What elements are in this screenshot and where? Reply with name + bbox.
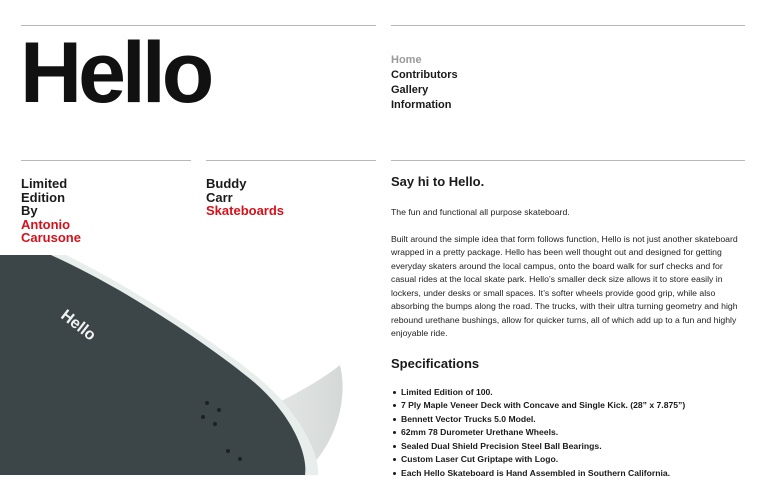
- spec-item: 62mm 78 Durometer Urethane Wheels.: [401, 426, 746, 440]
- spec-item: Sealed Dual Shield Precision Steel Ball …: [401, 440, 746, 454]
- spec-item: Each Hello Skateboard is Hand Assembled …: [401, 467, 746, 480]
- main-content: Say hi to Hello. The fun and functional …: [391, 174, 746, 480]
- specifications-list: Limited Edition of 100. 7 Ply Maple Vene…: [391, 386, 746, 480]
- nav-link-gallery[interactable]: Gallery: [391, 83, 458, 98]
- spec-item: Limited Edition of 100.: [401, 386, 746, 400]
- nav-link-contributors[interactable]: Contributors: [391, 68, 458, 83]
- nav-link-home[interactable]: Home: [391, 53, 458, 68]
- site-logo[interactable]: Hello: [20, 30, 210, 116]
- maker-credit: Buddy Carr Skateboards: [206, 177, 284, 218]
- mid-rule-col2: [206, 160, 376, 161]
- mid-rule-right: [391, 160, 745, 161]
- body-text: Built around the simple idea that form f…: [391, 233, 746, 341]
- top-rule-right: [391, 25, 745, 26]
- skateboard-image: Hello: [0, 255, 390, 475]
- designer-credit: Limited Edition By Antonio Carusone: [21, 177, 81, 245]
- designer-name: Antonio: [21, 218, 81, 232]
- nav-link-information[interactable]: Information: [391, 98, 458, 113]
- credit-line: By: [21, 204, 81, 218]
- maker-name: Skateboards: [206, 204, 284, 218]
- specifications-heading: Specifications: [391, 356, 746, 372]
- spec-item: Custom Laser Cut Griptape with Logo.: [401, 453, 746, 467]
- spec-item: 7 Ply Maple Veneer Deck with Concave and…: [401, 399, 746, 413]
- intro-text: The fun and functional all purpose skate…: [391, 206, 746, 220]
- credit-line: Limited: [21, 177, 81, 191]
- mid-rule-col1: [21, 160, 191, 161]
- spec-item: Bennett Vector Trucks 5.0 Model.: [401, 413, 746, 427]
- deck-griptape: [0, 255, 305, 475]
- credit-line: Buddy: [206, 177, 284, 191]
- credit-line: Edition: [21, 191, 81, 205]
- main-nav: Home Contributors Gallery Information: [391, 53, 458, 113]
- page-heading: Say hi to Hello.: [391, 174, 746, 190]
- credit-line: Carr: [206, 191, 284, 205]
- designer-name: Carusone: [21, 231, 81, 245]
